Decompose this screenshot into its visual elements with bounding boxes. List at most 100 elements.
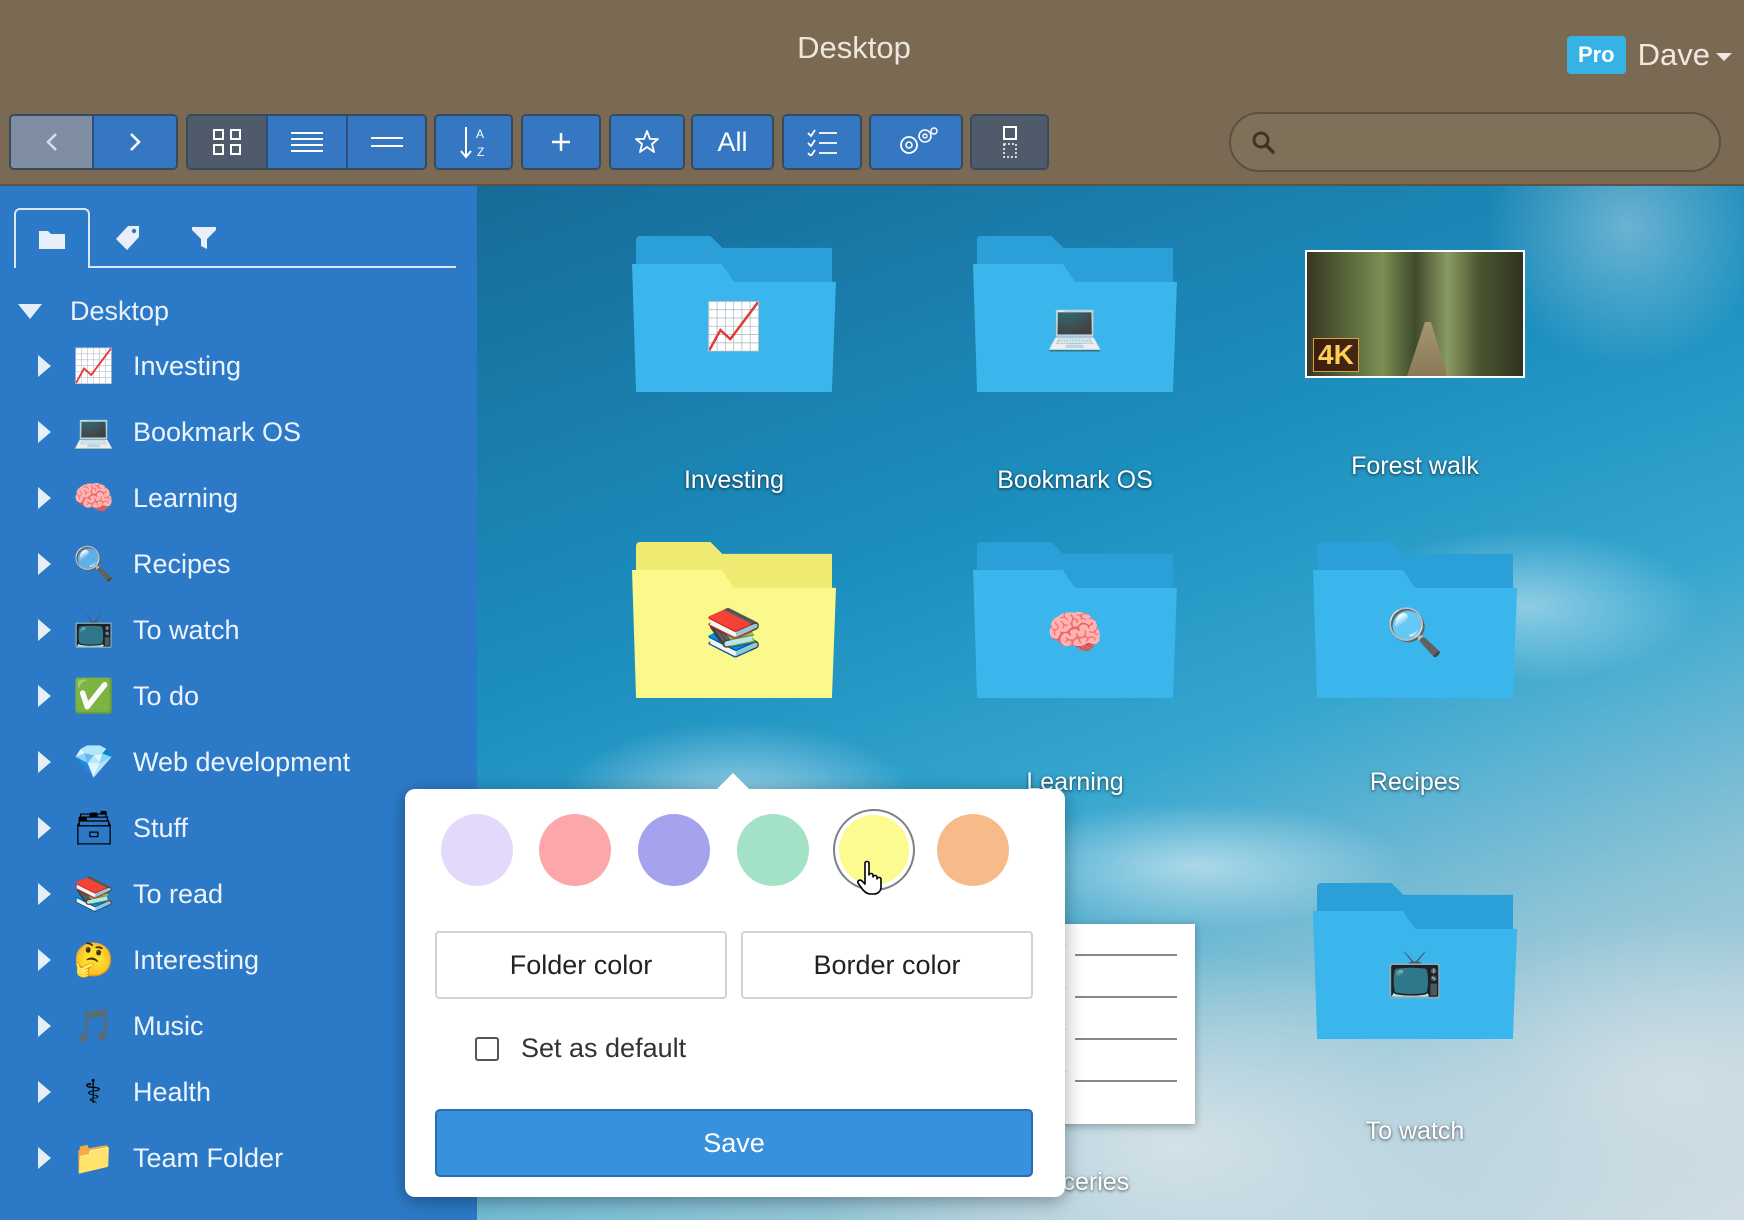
forward-icon [130,133,141,151]
all-button[interactable]: All [693,116,772,168]
tile-label: Investing [683,466,785,494]
grid-view-icon [213,129,241,155]
color-swatch-pink[interactable] [539,814,611,886]
tab-tags[interactable] [90,208,166,268]
checklist-button[interactable] [784,116,860,168]
sidebar-item-recipes[interactable]: 🔍 Recipes [38,539,231,589]
settings-button-group [869,114,963,170]
expand-down-icon[interactable] [18,304,42,319]
border-color-button[interactable]: Border color [741,931,1033,999]
magnifier-icon: 🔍 [1386,606,1444,658]
expand-right-icon[interactable] [38,553,51,575]
chart-increasing-icon: 📈 [705,300,763,352]
back-button[interactable] [11,116,94,168]
folder-color-popover: Folder color Border color Set as default… [405,773,1065,1197]
settings-button[interactable] [871,116,961,168]
expand-right-icon[interactable] [38,685,51,707]
sidebar-item-label: Recipes [133,548,231,579]
compact-view-icon [370,137,403,147]
folder-tile-learning[interactable]: 🧠 Learning [955,542,1195,797]
layout-icon [1002,126,1017,158]
tab-filter[interactable] [166,208,242,268]
sidebar-item-health[interactable]: ⚕ Health [38,1067,211,1117]
expand-right-icon[interactable] [38,751,51,773]
sidebar-item-investing[interactable]: 📈 Investing [38,341,241,391]
tile-label: To watch [1365,1117,1465,1145]
note-tile-groceries[interactable]: ✓ ✓ ✓ ✓ [1055,924,1195,1124]
gem-icon: 💎 [73,743,115,780]
folder-icon: 📚 [632,542,836,698]
user-name[interactable]: Dave [1638,37,1710,73]
sidebar-item-to-watch[interactable]: 📺 To watch [38,605,240,655]
sidebar-item-team-folder[interactable]: 📁 Team Folder [38,1133,283,1183]
books-icon: 📚 [705,606,763,658]
user-menu[interactable]: Pro Dave [1566,36,1732,74]
sidebar-item-to-read[interactable]: 📚 To read [38,869,223,919]
folder-tile-recipes[interactable]: 🔍 Recipes [1295,542,1535,797]
expand-right-icon[interactable] [38,1015,51,1037]
sidebar-item-label: Stuff [133,812,189,843]
expand-right-icon[interactable] [38,355,51,377]
color-swatch-lavender[interactable] [441,814,513,886]
sort-button[interactable]: AZ [436,116,511,168]
sidebar-item-learning[interactable]: 🧠 Learning [38,473,238,523]
layout-button[interactable] [972,116,1047,168]
sidebar-tabs [14,208,456,268]
favorites-button[interactable] [611,116,683,168]
search-input[interactable] [1289,122,1703,164]
color-swatch-purple[interactable] [638,814,710,886]
folder-tile-to-read[interactable]: 📚 [614,542,854,698]
sidebar-item-label: Investing [133,350,242,381]
tree-root-desktop[interactable]: Desktop [18,296,169,327]
expand-right-icon[interactable] [38,421,51,443]
hand-pointer-icon [857,860,882,895]
sidebar-item-label: Learning [133,482,239,513]
sidebar-item-label: Music [133,1010,204,1041]
sidebar-item-stuff[interactable]: 🗃 Stuff [38,803,188,853]
card-file-box-icon: 🗃 [73,809,115,846]
books-icon: 📚 [73,875,115,912]
compact-view-button[interactable] [348,116,425,168]
color-swatch-green[interactable] [737,814,809,886]
expand-right-icon[interactable] [38,883,51,905]
color-swatch-orange[interactable] [937,814,1009,886]
tile-label: Recipes [1369,768,1461,796]
sidebar-item-interesting[interactable]: 🤔 Interesting [38,935,259,985]
expand-right-icon[interactable] [38,619,51,641]
video-tile-forest-walk[interactable]: 4K Forest walk [1295,244,1535,481]
musical-note-icon: 🎵 [73,1007,115,1044]
grid-view-button[interactable] [188,116,268,168]
check-mark-icon: ✅ [73,677,115,714]
expand-right-icon[interactable] [38,487,51,509]
sidebar-item-to-do[interactable]: ✅ To do [38,671,199,721]
magnifier-icon: 🔍 [73,545,115,582]
star-button-group [609,114,685,170]
folder-color-button[interactable]: Folder color [435,931,727,999]
settings-icon [900,127,938,154]
folder-tile-investing[interactable]: 📈 Investing [614,236,854,495]
expand-right-icon[interactable] [38,817,51,839]
save-button[interactable]: Save [435,1109,1033,1177]
laptop-icon: 💻 [1046,300,1104,352]
add-button[interactable] [523,116,599,168]
sidebar-item-label: Health [133,1076,212,1107]
set-default-checkbox[interactable] [475,1036,499,1061]
expand-right-icon[interactable] [38,949,51,971]
tab-folders[interactable] [14,208,90,268]
list-view-button[interactable] [268,116,348,168]
expand-right-icon[interactable] [38,1081,51,1103]
folder-tile-to-watch[interactable]: 📺 To watch [1295,883,1535,1146]
checklist-button-group [782,114,862,170]
sidebar-item-music[interactable]: 🎵 Music [38,1001,204,1051]
folder-icon: 📁 [73,1139,115,1176]
caduceus-icon: ⚕ [84,1073,102,1110]
sidebar-item-web-development[interactable]: 💎 Web development [38,737,350,787]
forward-button[interactable] [94,116,176,168]
search-icon [1252,131,1275,154]
folder-tile-bookmark-os[interactable]: 💻 Bookmark OS [955,236,1195,495]
sidebar-item-bookmark-os[interactable]: 💻 Bookmark OS [38,407,301,457]
expand-right-icon[interactable] [38,1147,51,1169]
search-bar[interactable] [1229,112,1721,172]
set-default-row[interactable]: Set as default [475,1033,686,1064]
chevron-down-icon[interactable] [1716,53,1732,61]
